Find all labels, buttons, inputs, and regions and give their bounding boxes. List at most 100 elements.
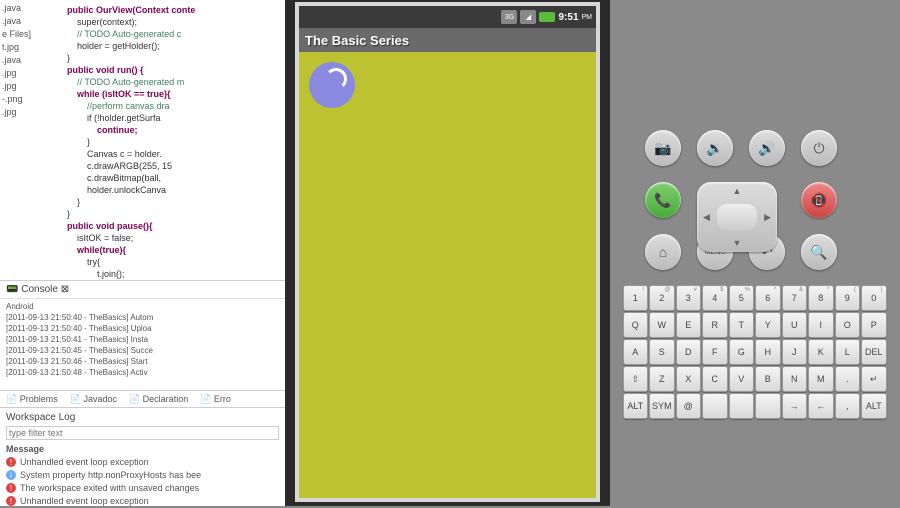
- tree-item[interactable]: -.png: [2, 93, 63, 106]
- code-line[interactable]: //perform canvas dra: [67, 100, 283, 112]
- key-space[interactable]: [702, 393, 728, 419]
- tab-declaration[interactable]: 📄 Declaration: [123, 394, 194, 405]
- key-t[interactable]: T: [729, 312, 755, 338]
- key-,[interactable]: ,: [835, 393, 861, 419]
- code-line[interactable]: c.drawARGB(255, 15: [67, 160, 283, 172]
- project-tree[interactable]: .java.javae Files]t.jpg.java.jpg.jpg-.pn…: [0, 0, 65, 280]
- filter-input[interactable]: [6, 426, 279, 440]
- camera-icon[interactable]: 📷: [645, 130, 681, 166]
- key-c[interactable]: C: [702, 366, 728, 392]
- code-line[interactable]: }: [67, 196, 283, 208]
- code-line[interactable]: }: [67, 52, 283, 64]
- log-row[interactable]: !The workspace exited with unsaved chang…: [6, 482, 279, 494]
- end-call-button[interactable]: 📵: [801, 182, 837, 218]
- code-line[interactable]: Canvas c = holder.: [67, 148, 283, 160]
- key-sym[interactable]: SYM: [649, 393, 675, 419]
- code-line[interactable]: while(true){: [67, 244, 283, 256]
- key-u[interactable]: U: [782, 312, 808, 338]
- dpad-up-icon[interactable]: ▲: [733, 186, 742, 196]
- code-line[interactable]: isItOK = false;: [67, 232, 283, 244]
- key-i[interactable]: I: [808, 312, 834, 338]
- console-tab[interactable]: 📟 Console ⊠: [0, 281, 285, 299]
- key-e[interactable]: E: [676, 312, 702, 338]
- search-icon[interactable]: 🔍: [801, 234, 837, 270]
- key-space[interactable]: [755, 393, 781, 419]
- code-line[interactable]: public OurView(Context conte: [67, 4, 283, 16]
- log-row[interactable]: iSystem property http.nonProxyHosts has …: [6, 469, 279, 481]
- key-alt[interactable]: ALT: [623, 393, 649, 419]
- code-line[interactable]: super(context);: [67, 16, 283, 28]
- key-r[interactable]: R: [702, 312, 728, 338]
- key-del[interactable]: DEL: [861, 339, 887, 365]
- key-k[interactable]: K: [808, 339, 834, 365]
- key-9[interactable]: 9(: [835, 285, 861, 311]
- code-line[interactable]: try{: [67, 256, 283, 268]
- vol-up-icon[interactable]: 🔊: [749, 130, 785, 166]
- code-line[interactable]: holder = getHolder();: [67, 40, 283, 52]
- key-h[interactable]: H: [755, 339, 781, 365]
- key-y[interactable]: Y: [755, 312, 781, 338]
- key-7[interactable]: 7&: [782, 285, 808, 311]
- key-→[interactable]: →: [782, 393, 808, 419]
- key-m[interactable]: M: [808, 366, 834, 392]
- code-editor[interactable]: public OurView(Context conte super(conte…: [65, 0, 285, 280]
- emulator-screen[interactable]: 3G ◢ 9:51 PM The Basic Series: [295, 2, 600, 502]
- key-8[interactable]: 8*: [808, 285, 834, 311]
- code-line[interactable]: // TODO Auto-generated c: [67, 28, 283, 40]
- key-o[interactable]: O: [835, 312, 861, 338]
- key-5[interactable]: 5%: [729, 285, 755, 311]
- tab-problems[interactable]: 📄 Problems: [0, 394, 64, 405]
- call-button[interactable]: 📞: [645, 182, 681, 218]
- code-line[interactable]: if (!holder.getSurfa: [67, 112, 283, 124]
- log-row[interactable]: !Unhandled event loop exception: [6, 495, 279, 507]
- key-alt[interactable]: ALT: [861, 393, 887, 419]
- code-line[interactable]: continue;: [67, 124, 283, 136]
- key-space[interactable]: [729, 393, 755, 419]
- key-q[interactable]: Q: [623, 312, 649, 338]
- code-line[interactable]: // TODO Auto-generated m: [67, 76, 283, 88]
- tab-javadoc[interactable]: 📄 Javadoc: [64, 394, 123, 405]
- dpad-center[interactable]: [717, 204, 757, 230]
- key-d[interactable]: D: [676, 339, 702, 365]
- key-↵[interactable]: ↵: [861, 366, 887, 392]
- key-.[interactable]: .: [835, 366, 861, 392]
- tree-item[interactable]: .jpg: [2, 80, 63, 93]
- dpad-down-icon[interactable]: ▼: [733, 238, 742, 248]
- key-b[interactable]: B: [755, 366, 781, 392]
- code-line[interactable]: public void pause(){: [67, 220, 283, 232]
- key-@[interactable]: @: [676, 393, 702, 419]
- key-v[interactable]: V: [729, 366, 755, 392]
- dpad-right-icon[interactable]: ▶: [764, 212, 771, 223]
- tree-item[interactable]: .jpg: [2, 67, 63, 80]
- home-icon[interactable]: ⌂: [645, 234, 681, 270]
- key-0[interactable]: 0): [861, 285, 887, 311]
- code-line[interactable]: holder.unlockCanva: [67, 184, 283, 196]
- key-s[interactable]: S: [649, 339, 675, 365]
- key-1[interactable]: 1!: [623, 285, 649, 311]
- key-6[interactable]: 6^: [755, 285, 781, 311]
- key-p[interactable]: P: [861, 312, 887, 338]
- log-row[interactable]: !Unhandled event loop exception: [6, 456, 279, 468]
- key-←[interactable]: ←: [808, 393, 834, 419]
- tree-item[interactable]: t.jpg: [2, 41, 63, 54]
- code-line[interactable]: t.join();: [67, 268, 283, 280]
- dpad-left-icon[interactable]: ◀: [703, 212, 710, 223]
- dpad[interactable]: ▲ ▼ ◀ ▶: [697, 182, 777, 252]
- tree-item[interactable]: e Files]: [2, 28, 63, 41]
- tree-item[interactable]: .java: [2, 54, 63, 67]
- key-x[interactable]: X: [676, 366, 702, 392]
- key-4[interactable]: 4$: [702, 285, 728, 311]
- key-f[interactable]: F: [702, 339, 728, 365]
- key-3[interactable]: 3#: [676, 285, 702, 311]
- key-z[interactable]: Z: [649, 366, 675, 392]
- code-line[interactable]: public void run() {: [67, 64, 283, 76]
- tab-erro[interactable]: 📄 Erro: [194, 394, 237, 405]
- code-line[interactable]: }: [67, 136, 283, 148]
- vol-down-icon[interactable]: 🔉: [697, 130, 733, 166]
- code-line[interactable]: c.drawBitmap(ball,: [67, 172, 283, 184]
- code-line[interactable]: }: [67, 208, 283, 220]
- key-2[interactable]: 2@: [649, 285, 675, 311]
- key-w[interactable]: W: [649, 312, 675, 338]
- key-a[interactable]: A: [623, 339, 649, 365]
- tree-item[interactable]: .java: [2, 2, 63, 15]
